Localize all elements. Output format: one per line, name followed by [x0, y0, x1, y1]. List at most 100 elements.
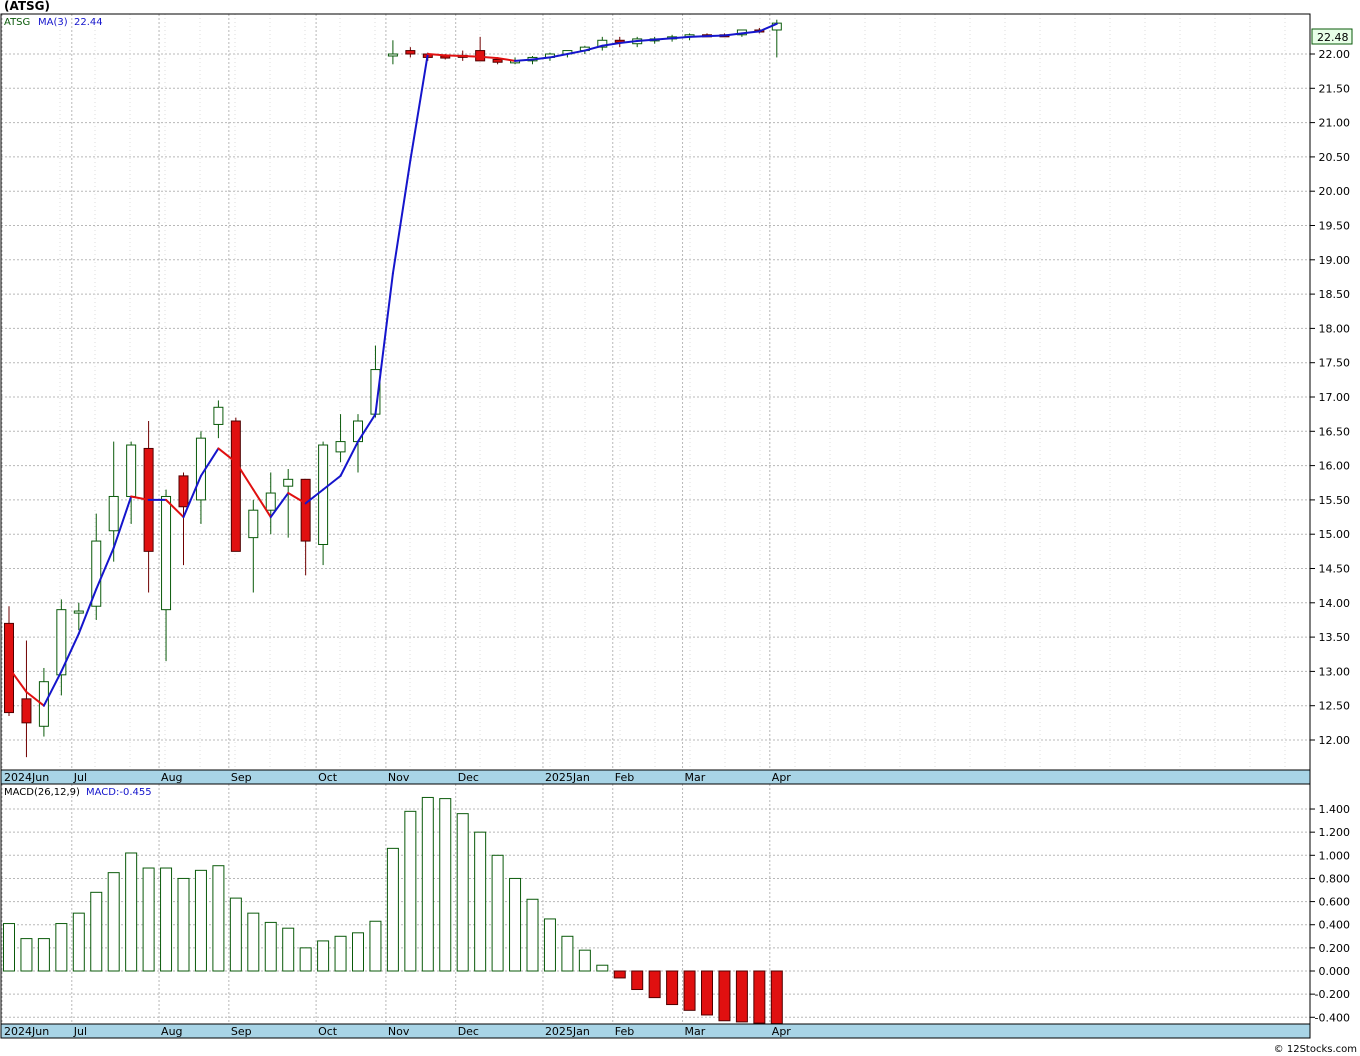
price-x-tick-label: 2025Jan [545, 771, 590, 784]
macd-x-tick-label: Jul [73, 1025, 87, 1038]
macd-y-axis: 1.400 1.200 1.000 0.800 0.600 0.400 0.200 0.000… [1310, 803, 1350, 1024]
candle-body [318, 444, 329, 545]
macd-bar [526, 898, 539, 972]
macd-x-tick-label: 2025Jan [545, 1025, 590, 1038]
price-panel-frame [0, 13, 1311, 771]
macd-bar [543, 918, 556, 972]
candle-body [21, 698, 32, 724]
macd-bar [683, 970, 696, 1011]
macd-bar [229, 897, 242, 972]
macd-bar [648, 970, 661, 999]
macd-bar [613, 970, 626, 979]
macd-bar [509, 877, 522, 972]
price-x-axis-strip [0, 769, 1311, 785]
macd-bar [177, 877, 190, 972]
macd-y-tick-label: 0.200 [1319, 942, 1351, 955]
macd-bar [666, 970, 679, 1006]
legend-ma-label: MA(3) [38, 17, 68, 28]
macd-bar [3, 923, 15, 972]
macd-y-tick-label: 0.400 [1319, 919, 1351, 932]
macd-bar [37, 938, 50, 972]
price-x-tick-label: Oct [318, 771, 338, 784]
macd-bar [317, 940, 330, 972]
macd-y-tick-label: -0.400 [1315, 1011, 1350, 1024]
macd-histogram [3, 796, 783, 1025]
price-y-tick-label: 17.00 [1319, 391, 1351, 404]
price-y-tick-label: 12.50 [1319, 700, 1351, 713]
chart-canvas: 12.00 12.50 13.00 13.50 14.00 14.50 15.00 15.50… [0, 0, 1357, 1055]
macd-x-tick-label: Oct [318, 1025, 338, 1038]
macd-bar [718, 970, 731, 1022]
macd-y-tick-label: 1.000 [1319, 849, 1351, 862]
macd-bar [334, 935, 347, 972]
macd-bar [72, 912, 85, 972]
ma-segment [514, 58, 534, 62]
macd-y-tick-label: -0.200 [1315, 988, 1350, 1001]
macd-y-tick-label: 0.000 [1319, 965, 1351, 978]
ma-segment [688, 35, 708, 38]
macd-x-tick-label: Aug [161, 1025, 182, 1038]
macd-x-tick-label: 2024Jun [4, 1025, 49, 1038]
macd-legend-value: MACD:-0.455 [86, 787, 152, 798]
macd-y-tick-label: 0.600 [1319, 896, 1351, 909]
macd-x-tick-label: Sep [231, 1025, 252, 1038]
price-x-tick-label: Jul [73, 771, 87, 784]
macd-bar [631, 970, 644, 991]
price-y-tick-label: 22.00 [1319, 48, 1351, 61]
macd-bar [421, 796, 434, 972]
price-y-tick-label: 20.00 [1319, 185, 1351, 198]
price-x-tick-label: Feb [615, 771, 634, 784]
candle-body [405, 50, 416, 55]
copyright-footer: © 12Stocks.com [1274, 1044, 1357, 1055]
legend-ma-value: 22.44 [74, 17, 103, 28]
last-price-label: 22.48 [1317, 31, 1349, 44]
price-y-tick-label: 20.50 [1319, 151, 1351, 164]
macd-y-tick-label: 0.800 [1319, 872, 1351, 885]
price-y-tick-label: 16.00 [1319, 460, 1351, 473]
macd-bar [55, 923, 68, 972]
candle-body [300, 478, 311, 542]
ma-segment [444, 54, 464, 58]
candle-body [265, 492, 276, 511]
macd-bar [404, 810, 417, 972]
macd-bar [578, 949, 591, 972]
macd-bar [369, 920, 382, 972]
macd-x-tick-label: Nov [388, 1025, 410, 1038]
macd-bar [90, 891, 103, 972]
macd-bar [770, 970, 783, 1025]
price-x-tick-label: Apr [772, 771, 792, 784]
candle-body [283, 478, 294, 487]
macd-bar [282, 927, 295, 972]
ma-segment [671, 35, 691, 40]
macd-bar [212, 865, 225, 972]
macd-bar [386, 847, 399, 972]
price-y-tick-label: 12.00 [1319, 734, 1351, 747]
price-y-tick-label: 18.50 [1319, 288, 1351, 301]
candlestick-series [4, 19, 782, 758]
macd-bar [701, 970, 713, 1016]
price-y-tick-label: 17.50 [1319, 357, 1351, 370]
ma-segment [391, 159, 412, 275]
price-y-tick-label: 19.50 [1319, 220, 1351, 233]
price-y-tick-label: 21.00 [1319, 117, 1351, 130]
price-y-tick-label: 14.50 [1319, 563, 1351, 576]
macd-x-tick-label: Dec [458, 1025, 479, 1038]
candle-body [213, 406, 224, 425]
price-y-tick-label: 15.50 [1319, 494, 1351, 507]
macd-bar [491, 854, 504, 972]
macd-x-axis-strip [0, 1023, 1311, 1039]
price-x-tick-label: 2024Jun [4, 771, 49, 784]
ma-segment [479, 55, 499, 60]
price-x-tick-label: Dec [458, 771, 479, 784]
price-y-tick-label: 16.50 [1319, 425, 1351, 438]
candle-body [492, 58, 503, 63]
candle-body [353, 420, 363, 443]
ma-segment [653, 37, 674, 41]
price-y-tick-label: 13.00 [1319, 665, 1351, 678]
macd-x-tick-label: Feb [615, 1025, 634, 1038]
macd-bar [352, 932, 364, 972]
macd-legend-label: MACD(26,12,9) [4, 787, 80, 798]
macd-bar [264, 921, 277, 972]
price-y-tick-label: 19.00 [1319, 254, 1351, 267]
macd-bar [160, 867, 173, 972]
